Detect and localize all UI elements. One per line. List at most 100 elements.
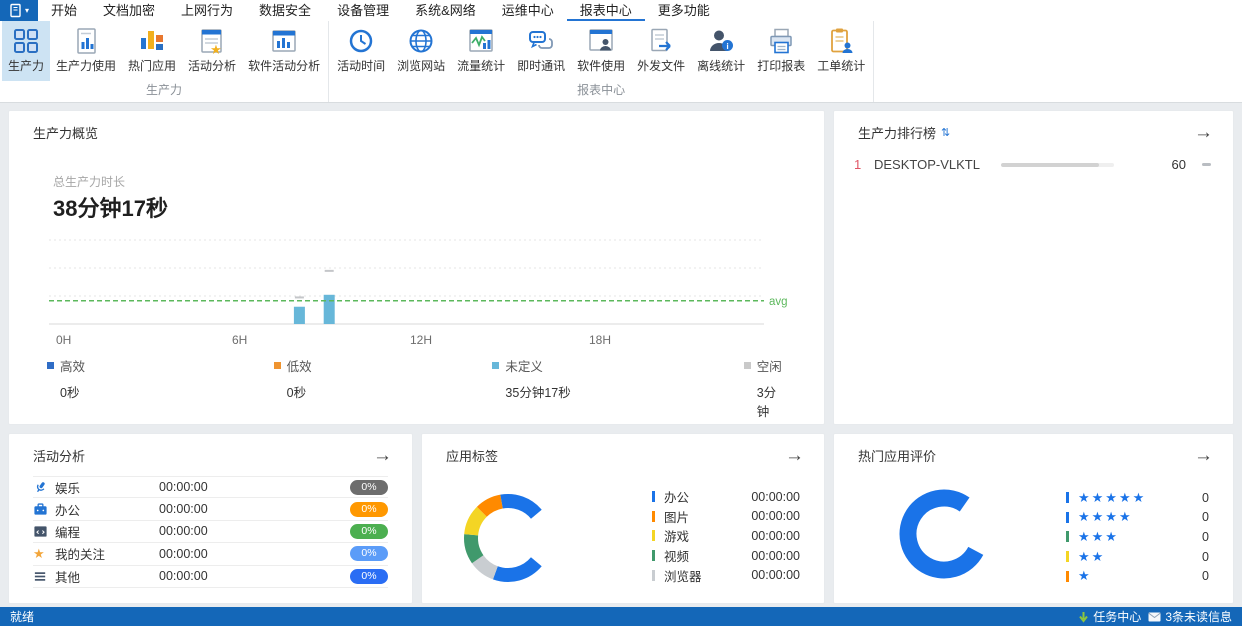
tag-label: 游戏 — [664, 526, 751, 545]
star-rating: ★ — [1078, 568, 1202, 584]
open-detail-arrow-icon[interactable]: → — [373, 449, 392, 463]
legend-marker — [652, 550, 655, 561]
window-bars-icon — [269, 26, 299, 56]
menu-item-more-features[interactable]: 更多功能 — [645, 0, 723, 21]
ribbon-item-outgoing-files[interactable]: 外发文件 — [631, 21, 691, 81]
code-window-icon — [33, 524, 55, 539]
activity-label: 其他 — [55, 567, 159, 586]
ribbon-item-software-activity-analysis[interactable]: 软件活动分析 — [242, 21, 326, 81]
ribbon-item-traffic-stats[interactable]: 流量统计 — [451, 21, 511, 81]
tag-time: 00:00:00 — [751, 568, 800, 582]
x-tick: 6H — [232, 333, 247, 347]
activity-row-programming[interactable]: 编程 00:00:00 0% — [33, 521, 388, 543]
user-info-icon: i — [706, 26, 736, 56]
ribbon-item-instant-messaging[interactable]: 即时通讯 — [511, 21, 571, 81]
app-menu-icon — [9, 3, 23, 18]
rating-row-4-stars[interactable]: ★★★★0 — [1066, 508, 1209, 528]
legend-item-undefined: 未定义 35分钟17秒 — [492, 356, 743, 420]
menu-item-web-behavior[interactable]: 上网行为 — [168, 0, 246, 21]
ribbon-item-activity-analysis[interactable]: ★ 活动分析 — [182, 21, 242, 81]
rating-row-1-star[interactable]: ★0 — [1066, 566, 1209, 586]
legend-item-efficient: 高效 0秒 — [47, 356, 274, 420]
percent-badge: 0% — [350, 524, 388, 539]
clipboard-user-icon — [826, 26, 856, 56]
tag-row-browser[interactable]: 浏览器00:00:00 — [652, 565, 800, 585]
task-center-button[interactable]: 任务中心 — [1078, 608, 1141, 625]
tag-label: 浏览器 — [664, 566, 751, 585]
menu-item-start[interactable]: 开始 — [38, 0, 90, 21]
tag-row-images[interactable]: 图片00:00:00 — [652, 507, 800, 527]
activity-time: 00:00:00 — [159, 502, 350, 516]
legend-label: 低效 — [287, 356, 312, 375]
menu-item-device-management[interactable]: 设备管理 — [324, 0, 402, 21]
ribbon-item-workorder-stats[interactable]: 工单统计 — [811, 21, 871, 81]
chart-legend: 高效 0秒 低效 0秒 未定义 35分钟17秒 空闲 3分钟 — [47, 356, 788, 420]
legend-marker — [1066, 571, 1069, 582]
svg-text:i: i — [726, 41, 728, 51]
briefcase-icon — [33, 502, 55, 517]
hot-apps-bars-icon — [137, 26, 167, 56]
legend-swatch — [492, 362, 499, 369]
legend-marker — [1066, 551, 1069, 562]
panel-title: 活动分析 — [33, 446, 85, 465]
activity-row-my-focus[interactable]: ★ 我的关注 00:00:00 0% — [33, 543, 388, 565]
ribbon-item-activity-time[interactable]: 活动时间 — [331, 21, 391, 81]
sort-icon[interactable]: ⇅ — [941, 126, 950, 139]
menu-item-report-center[interactable]: 报表中心 — [567, 0, 645, 21]
ranking-row[interactable]: 1 DESKTOP-VLKTL... 60 — [854, 157, 1211, 172]
activity-row-entertainment[interactable]: 娱乐 00:00:00 0% — [33, 476, 388, 498]
legend-swatch — [274, 362, 281, 369]
activity-row-other[interactable]: 其他 00:00:00 0% — [33, 566, 388, 588]
tag-row-video[interactable]: 视频00:00:00 — [652, 546, 800, 566]
status-bar: 就绪 任务中心 3条未读信息 — [0, 607, 1242, 626]
tag-time: 00:00:00 — [751, 509, 800, 523]
open-detail-arrow-icon[interactable]: → — [785, 449, 804, 463]
panel-title: 应用标签 — [446, 446, 498, 465]
ribbon-item-offline-stats[interactable]: i 离线统计 — [691, 21, 751, 81]
activity-label: 娱乐 — [55, 478, 159, 497]
rating-row-3-stars[interactable]: ★★★0 — [1066, 527, 1209, 547]
ribbon-item-software-usage[interactable]: 软件使用 — [571, 21, 631, 81]
app-menu-button[interactable]: ▾ — [0, 0, 38, 21]
caret-down-icon: ▾ — [25, 7, 29, 15]
microphone-icon — [33, 480, 55, 495]
score-value: 60 — [1114, 157, 1186, 172]
rating-row-5-stars[interactable]: ★★★★★0 — [1066, 488, 1209, 508]
ribbon-item-print-report[interactable]: 打印报表 — [751, 21, 811, 81]
legend-marker — [652, 530, 655, 541]
menu-item-ops-center[interactable]: 运维中心 — [489, 0, 567, 21]
globe-icon — [406, 26, 436, 56]
tag-row-games[interactable]: 游戏00:00:00 — [652, 526, 800, 546]
x-tick: 18H — [589, 333, 611, 347]
tag-row-office[interactable]: 办公00:00:00 — [652, 487, 800, 507]
legend-label: 空闲 — [757, 356, 782, 375]
tag-label: 办公 — [664, 487, 751, 506]
tag-time: 00:00:00 — [751, 549, 800, 563]
legend-marker — [652, 570, 655, 581]
open-detail-arrow-icon[interactable]: → — [1194, 449, 1213, 463]
rating-count: 0 — [1202, 491, 1209, 505]
legend-marker — [1066, 492, 1069, 503]
panel-title: 生产力概览 — [33, 123, 98, 142]
rating-count: 0 — [1202, 569, 1209, 583]
ribbon-toolbar: 生产力 生产力使用 热门应用 ★ 活动分析 — [0, 21, 1242, 103]
legend-marker — [652, 511, 655, 522]
ribbon-item-hot-apps[interactable]: 热门应用 — [122, 21, 182, 81]
menu-item-data-security[interactable]: 数据安全 — [246, 0, 324, 21]
ribbon-item-productivity[interactable]: 生产力 — [2, 21, 50, 81]
menubar: ▾ 开始 文档加密 上网行为 数据安全 设备管理 系统&网络 运维中心 报表中心… — [0, 0, 1242, 21]
unread-messages-button[interactable]: 3条未读信息 — [1148, 608, 1232, 625]
rating-row-2-stars[interactable]: ★★0 — [1066, 547, 1209, 567]
menu-item-doc-encryption[interactable]: 文档加密 — [90, 0, 168, 21]
menu-item-system-network[interactable]: 系统&网络 — [402, 0, 489, 21]
legend-marker — [1066, 512, 1069, 523]
panel-productivity-overview: 生产力概览 总生产力时长 38分钟17秒 avg 0H 6H 12H 18H 高… — [8, 110, 825, 425]
activity-row-office[interactable]: 办公 00:00:00 0% — [33, 498, 388, 520]
svg-text:★: ★ — [210, 42, 222, 56]
tag-time: 00:00:00 — [751, 490, 800, 504]
ribbon-item-browse-websites[interactable]: 浏览网站 — [391, 21, 451, 81]
open-detail-arrow-icon[interactable]: → — [1194, 126, 1213, 140]
ribbon-item-productivity-usage[interactable]: 生产力使用 — [50, 21, 122, 81]
tags-legend: 办公00:00:00 图片00:00:00 游戏00:00:00 视频00:00… — [652, 487, 800, 585]
legend-swatch — [744, 362, 751, 369]
